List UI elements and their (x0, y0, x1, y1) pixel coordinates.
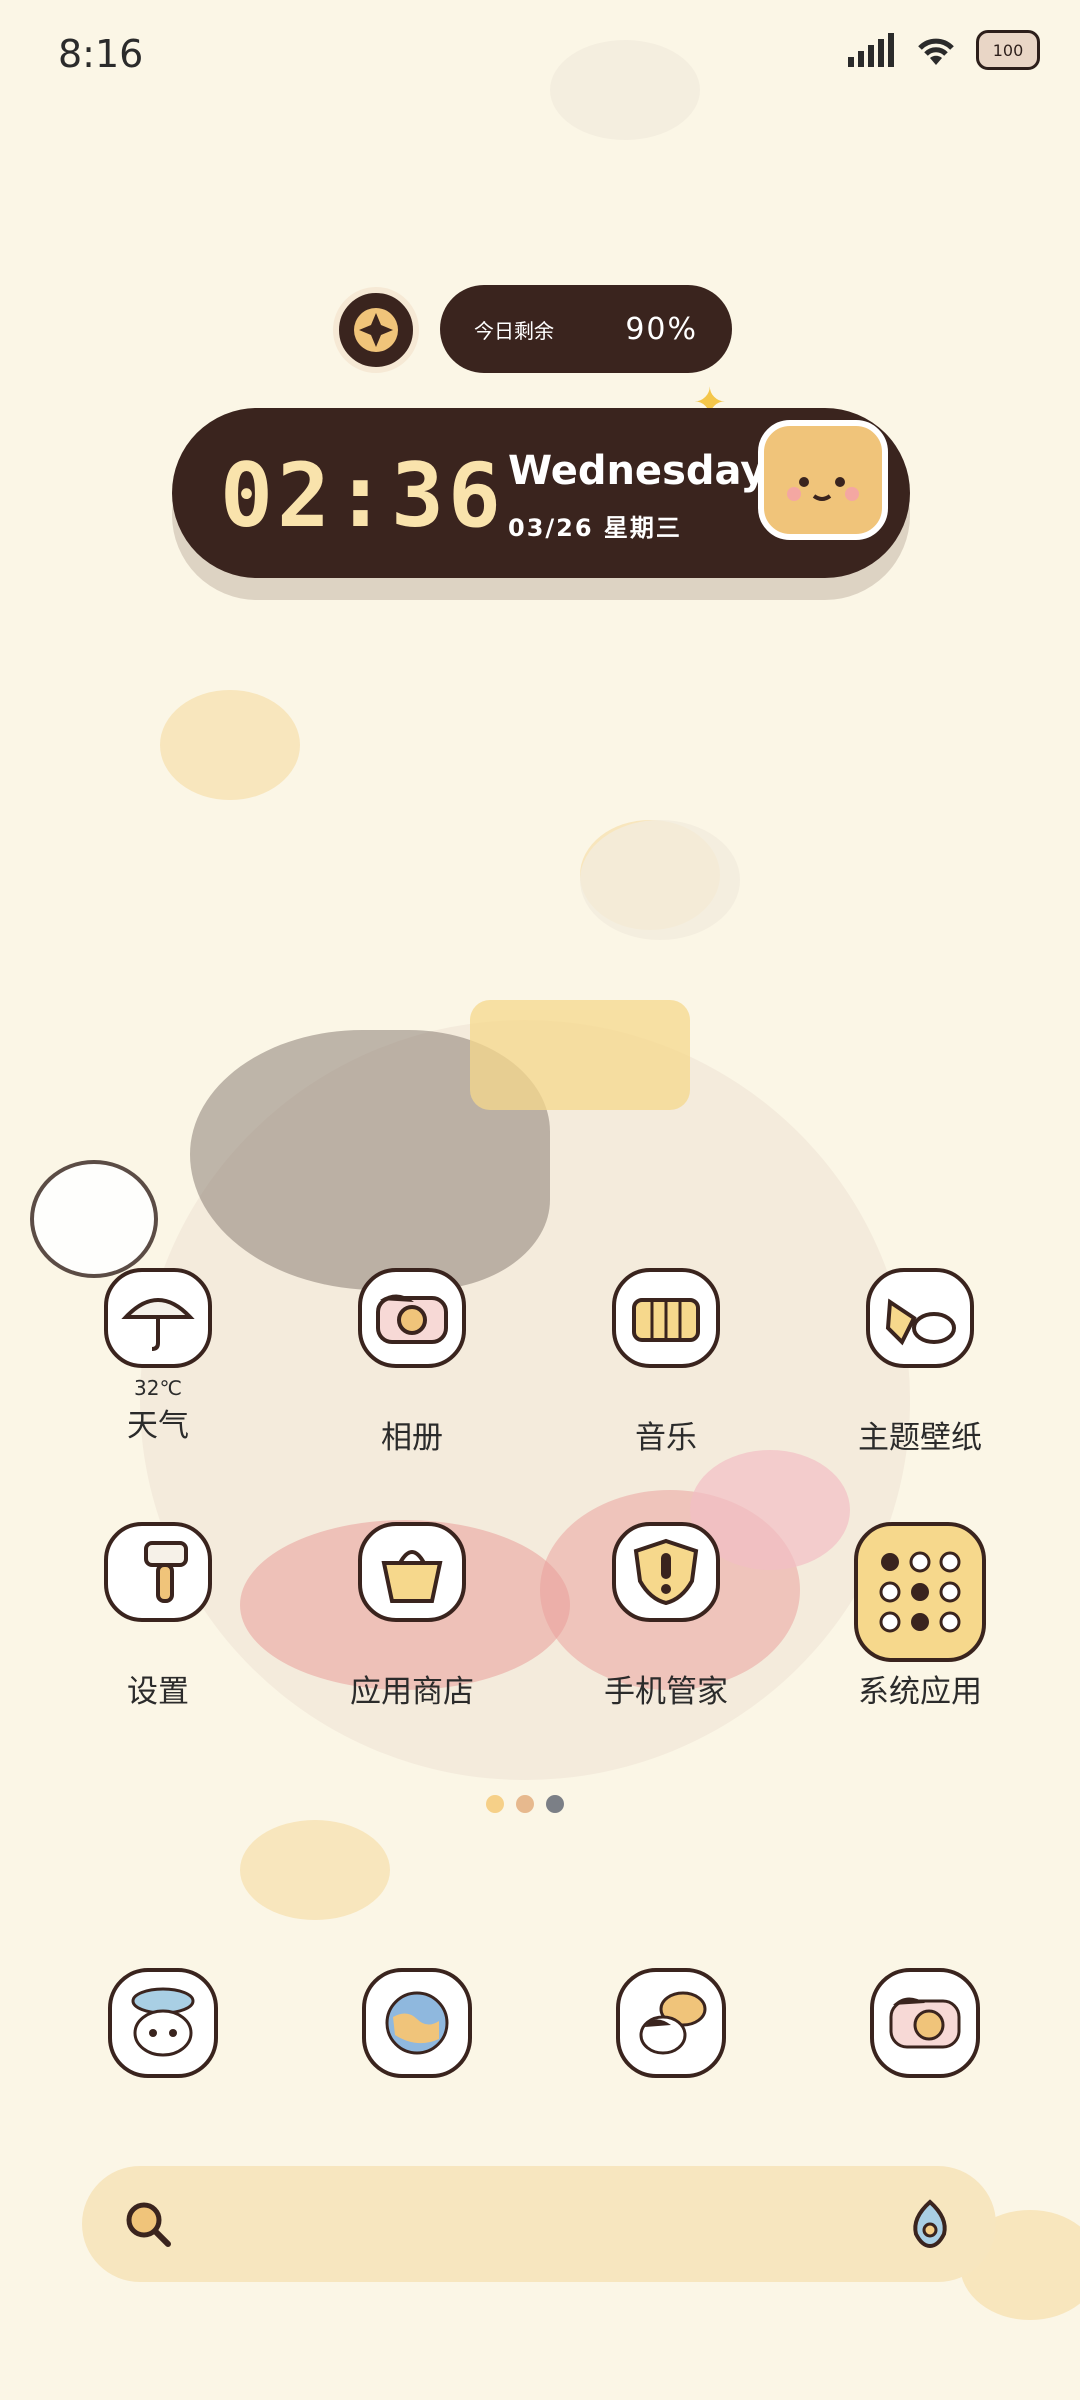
dock-camera-icon[interactable] (870, 1968, 980, 2078)
dock-phone-icon[interactable] (108, 1968, 218, 2078)
app-label: 系统应用 (858, 1674, 982, 1710)
app-label: 手机管家 (604, 1674, 728, 1710)
remaining-label: 今日剩余 (474, 318, 554, 343)
sparkle-icon (354, 308, 398, 352)
sparkle-badge[interactable] (333, 287, 419, 373)
accordion-icon (612, 1268, 720, 1368)
umbrella-icon (104, 1268, 212, 1368)
clock-widget[interactable]: 02:36 Wednesday 03/26 星期三 (172, 408, 910, 578)
search-icon[interactable] (122, 2198, 174, 2254)
signal-icon (848, 33, 894, 67)
app-weather[interactable]: 32℃ 天气 (48, 1268, 268, 1445)
clock-day: Wednesday (508, 448, 767, 494)
app-label: 音乐 (635, 1420, 697, 1456)
app-label: 相册 (381, 1420, 443, 1456)
app-label: 应用商店 (350, 1674, 474, 1710)
clock-date: 03/26 星期三 (508, 514, 682, 542)
theme-icon (866, 1268, 974, 1368)
status-time: 8:16 (58, 32, 144, 76)
shield-icon (612, 1522, 720, 1622)
dock-globe-icon[interactable] (362, 1968, 472, 2078)
app-themes[interactable]: 主题壁纸 (810, 1268, 1030, 1457)
voice-icon[interactable] (904, 2198, 956, 2254)
app-store[interactable]: 应用商店 (302, 1522, 522, 1711)
search-bar[interactable] (82, 2166, 996, 2282)
app-music[interactable]: 音乐 (556, 1268, 776, 1457)
app-gallery[interactable]: 相册 (302, 1268, 522, 1457)
camera-icon (358, 1268, 466, 1368)
page-dot-active (546, 1795, 564, 1813)
clock-time: 02:36 (220, 444, 505, 547)
wifi-icon (918, 38, 954, 65)
folder-icon (854, 1522, 986, 1662)
app-settings[interactable]: 设置 (48, 1522, 268, 1711)
remaining-value: 90% (625, 311, 698, 347)
weather-temperature: 32℃ (134, 1376, 182, 1400)
app-label: 天气 (127, 1408, 189, 1444)
app-phone-manager[interactable]: 手机管家 (556, 1522, 776, 1711)
status-bar: 8:16 100 (0, 0, 1080, 110)
remaining-widget[interactable]: 今日剩余 90% (440, 285, 732, 373)
app-label: 设置 (127, 1674, 189, 1710)
battery-indicator: 100 (976, 30, 1040, 70)
status-icons: 100 (848, 30, 1040, 70)
toast-bear-icon (758, 420, 888, 540)
app-label: 主题壁纸 (858, 1420, 982, 1456)
dock-message-icon[interactable] (616, 1968, 726, 2078)
page-indicator[interactable] (486, 1795, 564, 1813)
app-system-folder[interactable]: 系统应用 (810, 1522, 1030, 1711)
page-dot (486, 1795, 504, 1813)
hammer-icon (104, 1522, 212, 1622)
bag-icon (358, 1522, 466, 1622)
page-dot (516, 1795, 534, 1813)
